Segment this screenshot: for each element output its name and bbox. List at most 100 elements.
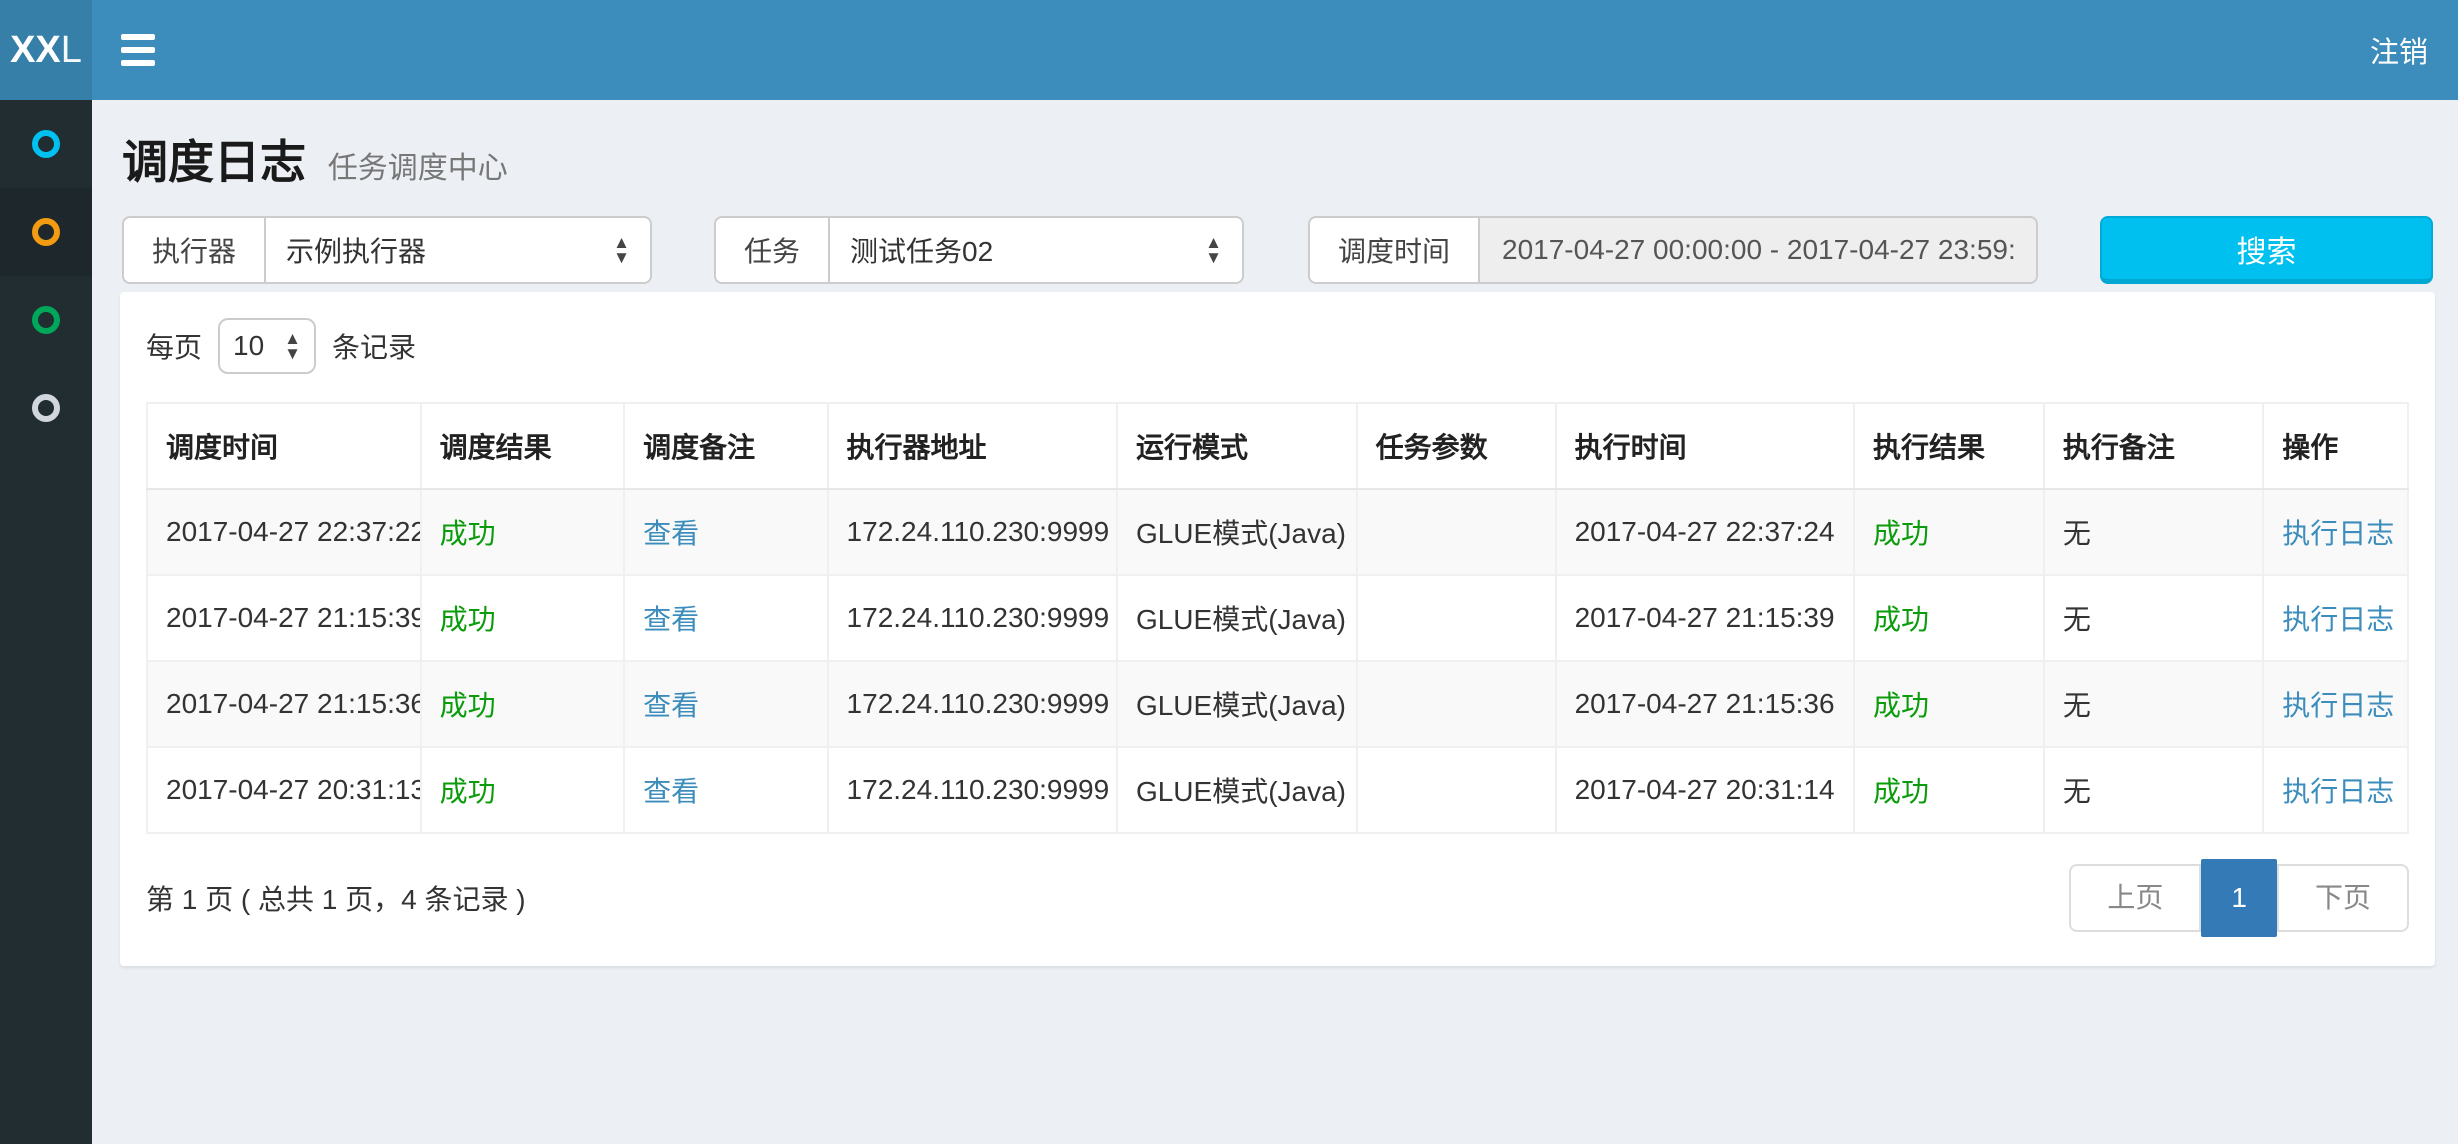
cell-trigger_time: 2017-04-27 21:15:36 — [147, 661, 421, 747]
executor-filter-group: 执行器 示例执行器 ▲▼ — [122, 216, 652, 284]
trigger_msg-link[interactable]: 查看 — [643, 518, 699, 549]
select-arrows-icon: ▲▼ — [613, 235, 630, 265]
prev-page-button[interactable]: 上页 — [2071, 866, 2201, 930]
job-filter-group: 任务 测试任务02 ▲▼ — [714, 216, 1244, 284]
trigger-time-filter-label: 调度时间 — [1308, 216, 1478, 284]
cell-action: 执行日志 — [2263, 575, 2408, 661]
cell-glue_type: GLUE模式(Java) — [1117, 575, 1357, 661]
cell-param — [1357, 575, 1556, 661]
column-header-trigger_result: 调度结果 — [421, 403, 624, 489]
current-page-button[interactable]: 1 — [2201, 859, 2277, 937]
column-header-address: 执行器地址 — [828, 403, 1117, 489]
select-arrows-icon: ▲▼ — [1205, 235, 1222, 265]
cell-address: 172.24.110.230:9999 — [828, 661, 1117, 747]
main-content: 调度日志 任务调度中心 执行器 示例执行器 ▲▼ 任务 测试任务02 ▲▼ 调度… — [92, 100, 2458, 1144]
cell-trigger_msg: 查看 — [624, 575, 827, 661]
cell-param — [1357, 747, 1556, 833]
table-row: 2017-04-27 21:15:36成功查看172.24.110.230:99… — [147, 661, 2408, 747]
pager: 上页 1 下页 — [2069, 864, 2409, 932]
action-link[interactable]: 执行日志 — [2282, 518, 2394, 549]
sidebar-item-1[interactable] — [0, 100, 92, 188]
trigger-time-filter-group: 调度时间 — [1308, 216, 2038, 284]
cell-trigger_msg: 查看 — [624, 661, 827, 747]
logo-text-lite: L — [61, 29, 82, 72]
next-page-button[interactable]: 下页 — [2277, 866, 2407, 930]
trigger-time-range-input[interactable] — [1478, 216, 2038, 284]
app-logo[interactable]: XXL — [0, 0, 92, 100]
logout-link[interactable]: 注销 — [2340, 0, 2458, 100]
cell-handle_result: 成功 — [1854, 575, 2044, 661]
cell-trigger_time: 2017-04-27 21:15:39 — [147, 575, 421, 661]
content-header: 调度日志 任务调度中心 — [92, 100, 2458, 216]
cell-handle_time: 2017-04-27 21:15:36 — [1556, 661, 1854, 747]
cell-handle_result: 成功 — [1854, 661, 2044, 747]
page-title: 调度日志 — [122, 136, 306, 188]
cell-trigger_msg: 查看 — [624, 489, 827, 575]
job-select-value: 测试任务02 — [850, 230, 993, 270]
circle-icon — [32, 218, 60, 246]
cell-handle_result: 成功 — [1854, 747, 2044, 833]
executor-select[interactable]: 示例执行器 ▲▼ — [264, 216, 652, 284]
cell-trigger_result: 成功 — [421, 489, 624, 575]
filter-row: 执行器 示例执行器 ▲▼ 任务 测试任务02 ▲▼ 调度时间 搜索 — [122, 216, 2458, 284]
column-header-glue_type: 运行模式 — [1117, 403, 1357, 489]
job-filter-label: 任务 — [714, 216, 828, 284]
hamburger-icon — [121, 34, 155, 66]
circle-icon — [32, 394, 60, 422]
circle-icon — [32, 130, 60, 158]
sidebar-menu — [0, 100, 92, 1144]
cell-trigger_time: 2017-04-27 22:37:22 — [147, 489, 421, 575]
table-row: 2017-04-27 20:31:13成功查看172.24.110.230:99… — [147, 747, 2408, 833]
sidebar-item-2[interactable] — [0, 188, 92, 276]
cell-handle_time: 2017-04-27 21:15:39 — [1556, 575, 1854, 661]
sidebar-toggle-button[interactable] — [92, 0, 184, 100]
cell-trigger_result: 成功 — [421, 747, 624, 833]
top-navbar: XXL 注销 — [0, 0, 2458, 100]
cell-handle_msg: 无 — [2044, 747, 2263, 833]
table-row: 2017-04-27 21:15:39成功查看172.24.110.230:99… — [147, 575, 2408, 661]
navbar-spacer — [184, 0, 2340, 100]
trigger_msg-link[interactable]: 查看 — [643, 776, 699, 807]
dispatch-log-table: 调度时间调度结果调度备注执行器地址运行模式任务参数执行时间执行结果执行备注操作 … — [146, 402, 2409, 834]
cell-trigger_msg: 查看 — [624, 747, 827, 833]
cell-trigger_result: 成功 — [421, 575, 624, 661]
cell-trigger_time: 2017-04-27 20:31:13 — [147, 747, 421, 833]
action-link[interactable]: 执行日志 — [2282, 776, 2394, 807]
select-arrows-icon: ▲▼ — [284, 331, 301, 361]
cell-glue_type: GLUE模式(Java) — [1117, 489, 1357, 575]
log-table-body: 2017-04-27 22:37:22成功查看172.24.110.230:99… — [147, 489, 2408, 833]
page-subtitle: 任务调度中心 — [328, 152, 508, 185]
sidebar-item-3[interactable] — [0, 276, 92, 364]
trigger_msg-link[interactable]: 查看 — [643, 604, 699, 635]
cell-param — [1357, 489, 1556, 575]
cell-handle_msg: 无 — [2044, 575, 2263, 661]
cell-action: 执行日志 — [2263, 747, 2408, 833]
page-size-row: 每页 10 ▲▼ 条记录 — [146, 318, 2409, 374]
column-header-handle_result: 执行结果 — [1854, 403, 2044, 489]
column-header-action: 操作 — [2263, 403, 2408, 489]
page-size-select[interactable]: 10 ▲▼ — [218, 318, 316, 374]
trigger_msg-link[interactable]: 查看 — [643, 690, 699, 721]
sidebar-item-4[interactable] — [0, 364, 92, 452]
log-list-box: 每页 10 ▲▼ 条记录 调度时间调度结果调度备注执行器地址运行模式任务参数执行… — [120, 292, 2435, 966]
cell-handle_time: 2017-04-27 20:31:14 — [1556, 747, 1854, 833]
column-header-handle_time: 执行时间 — [1556, 403, 1854, 489]
cell-address: 172.24.110.230:9999 — [828, 489, 1117, 575]
cell-param — [1357, 661, 1556, 747]
cell-trigger_result: 成功 — [421, 661, 624, 747]
cell-action: 执行日志 — [2263, 661, 2408, 747]
action-link[interactable]: 执行日志 — [2282, 690, 2394, 721]
cell-address: 172.24.110.230:9999 — [828, 747, 1117, 833]
column-header-trigger_time: 调度时间 — [147, 403, 421, 489]
search-button[interactable]: 搜索 — [2100, 216, 2433, 284]
cell-handle_msg: 无 — [2044, 489, 2263, 575]
cell-address: 172.24.110.230:9999 — [828, 575, 1117, 661]
cell-glue_type: GLUE模式(Java) — [1117, 747, 1357, 833]
page-size-value: 10 — [233, 330, 264, 362]
action-link[interactable]: 执行日志 — [2282, 604, 2394, 635]
logo-text-bold: XX — [10, 29, 61, 72]
executor-filter-label: 执行器 — [122, 216, 264, 284]
cell-handle_msg: 无 — [2044, 661, 2263, 747]
job-select[interactable]: 测试任务02 ▲▼ — [828, 216, 1244, 284]
cell-handle_time: 2017-04-27 22:37:24 — [1556, 489, 1854, 575]
